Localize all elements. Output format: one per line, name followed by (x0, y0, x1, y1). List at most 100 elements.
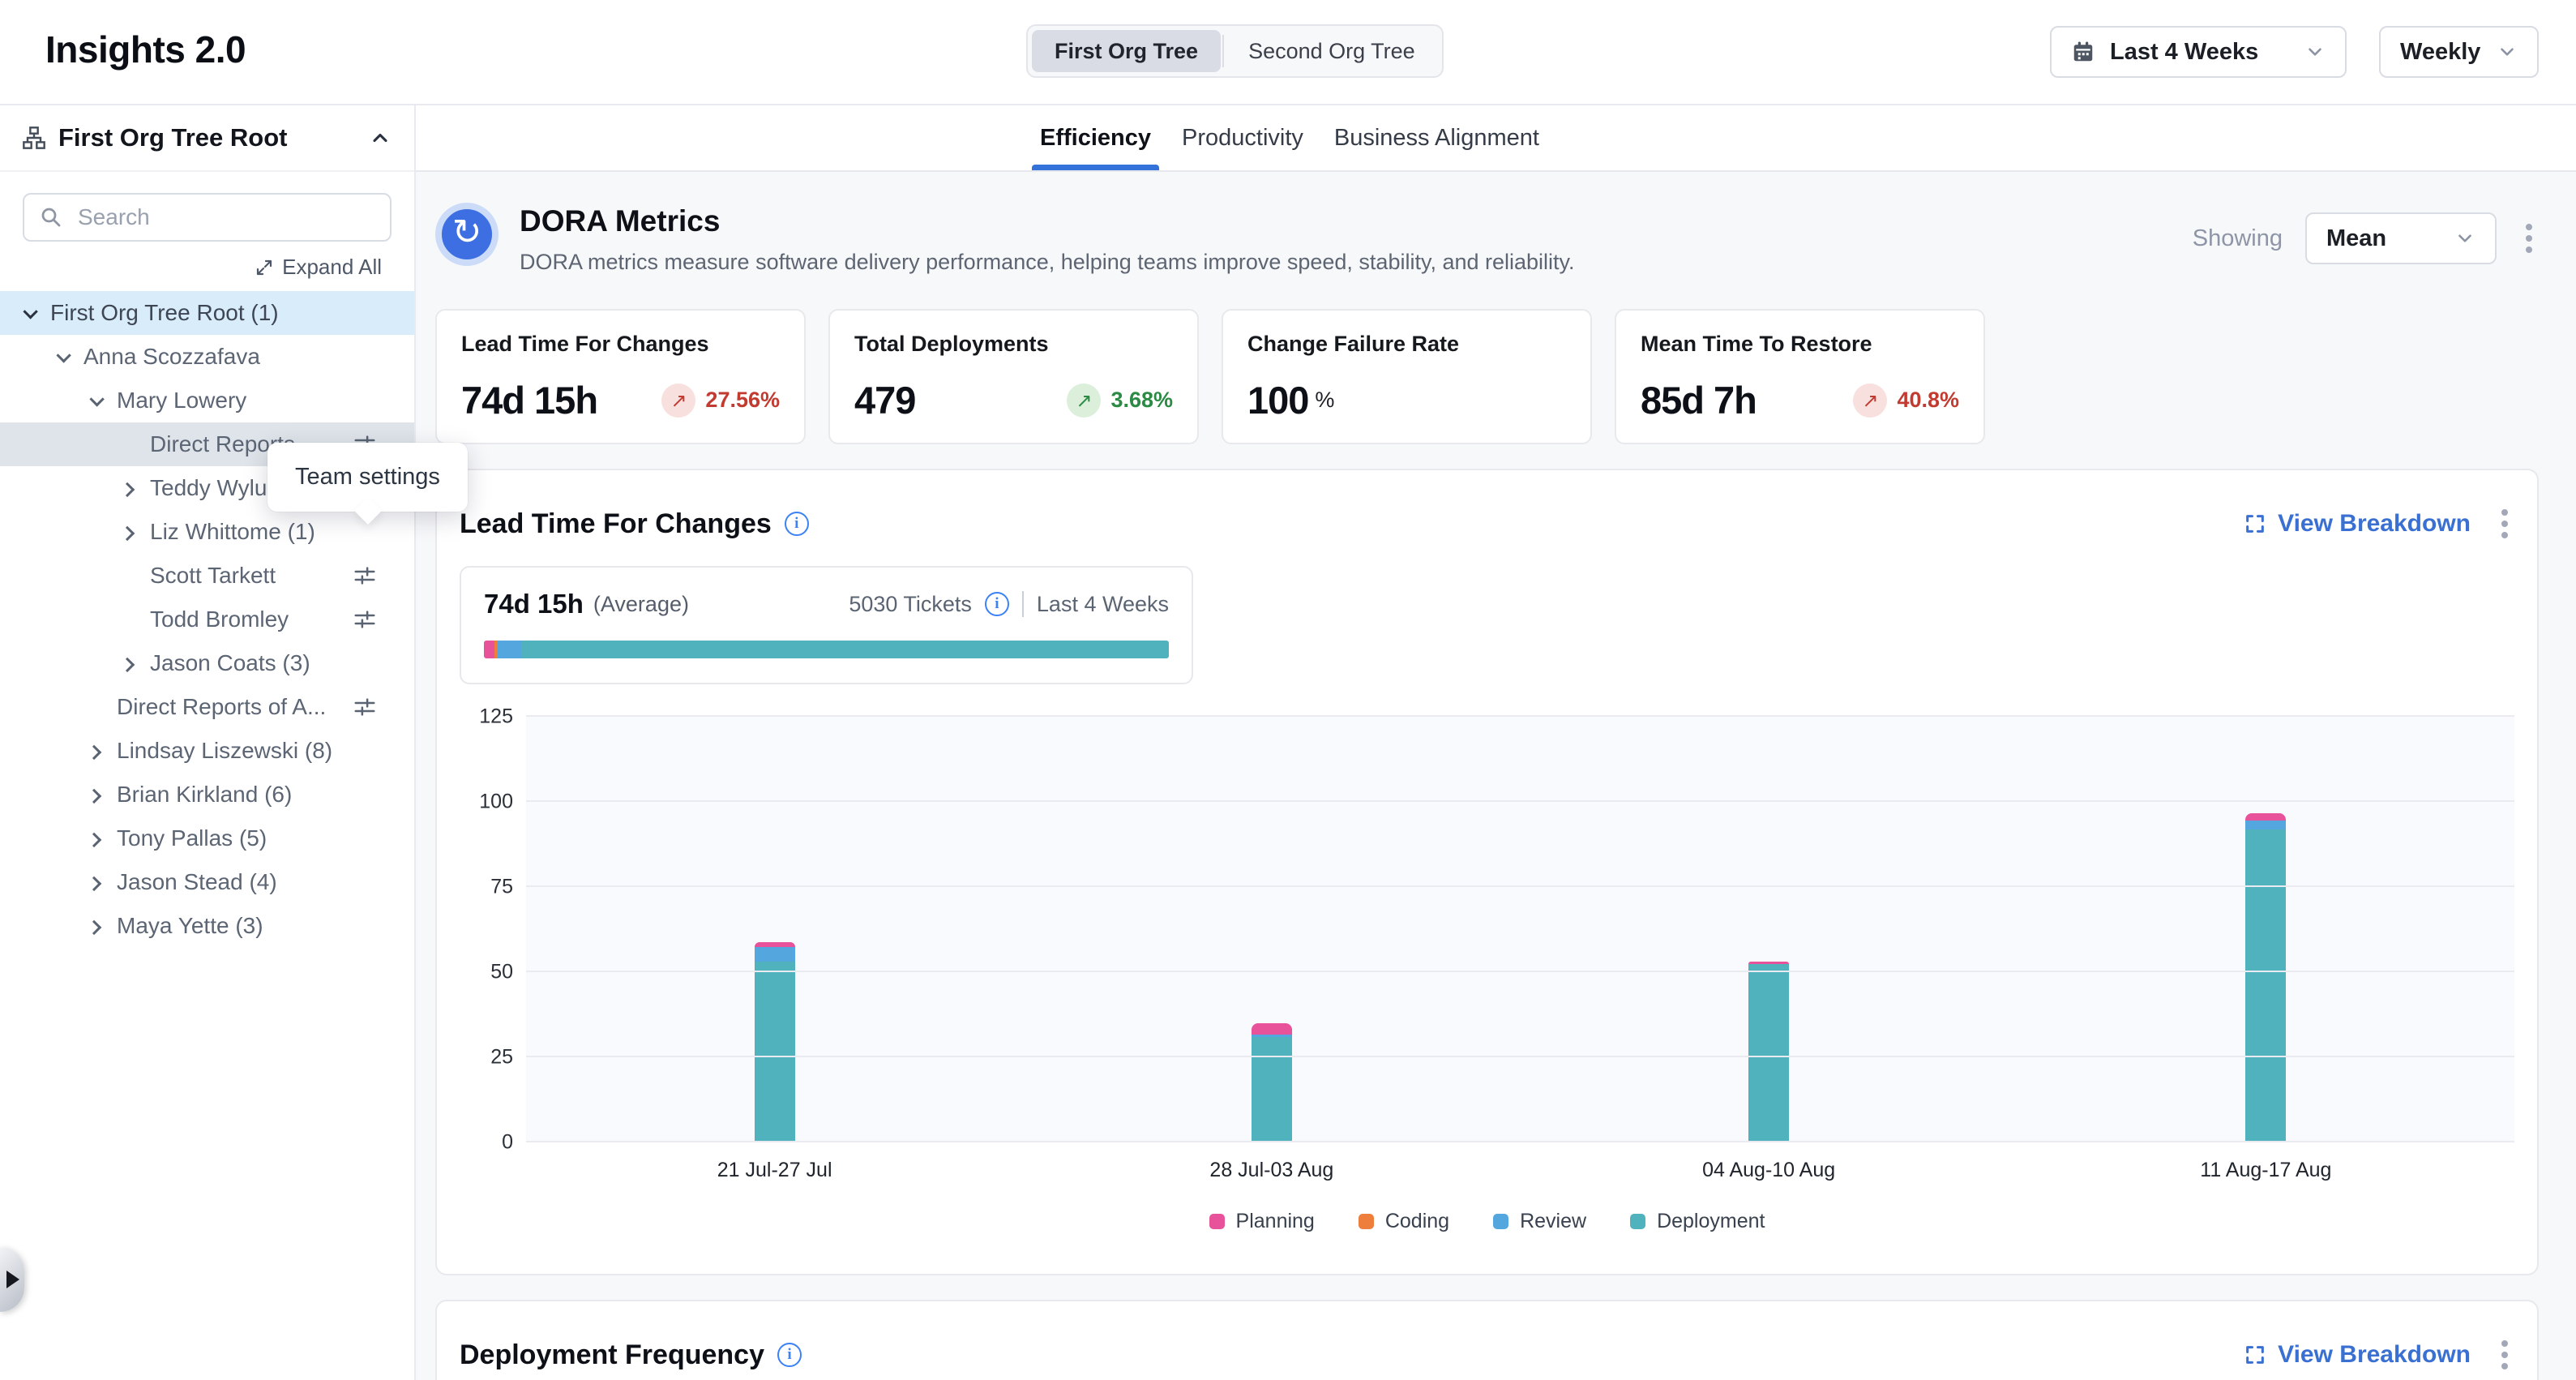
stacked-bar[interactable] (1252, 1023, 1292, 1142)
bar-slot (2018, 717, 2514, 1142)
delta-percent: 40.8% (1897, 388, 1959, 413)
info-icon[interactable]: i (785, 512, 809, 536)
stacked-bar[interactable] (755, 942, 795, 1142)
lead-time-kebab-menu-icon[interactable] (2495, 503, 2514, 545)
dora-cycle-icon: ↻ (435, 203, 499, 266)
showing-label: Showing (2193, 225, 2283, 252)
chevron-right-icon[interactable] (116, 651, 140, 675)
view-breakdown-label: View Breakdown (2278, 510, 2471, 538)
gridline (526, 800, 2514, 802)
metric-title: Lead Time For Changes (461, 332, 780, 357)
team-settings-icon[interactable] (353, 607, 377, 632)
tree-item[interactable]: Direct Reports of A... (0, 685, 414, 729)
team-settings-icon[interactable] (353, 695, 377, 719)
lead-time-head: Lead Time For Changes i View Breakdown (460, 503, 2514, 545)
tab-efficiency[interactable]: Efficiency (1040, 105, 1151, 170)
expand-all-button[interactable]: Expand All (0, 255, 382, 280)
tree-item-label: Jason Coats (3) (150, 650, 310, 676)
tree-item[interactable]: Liz Whittome (1) (0, 510, 414, 554)
y-tick-label: 25 (490, 1046, 513, 1069)
tree-item[interactable]: First Org Tree Root (1) (0, 291, 414, 335)
summary-divider (1022, 591, 1024, 617)
chevron-right-icon[interactable] (83, 870, 107, 894)
tabs-row: Efficiency Productivity Business Alignment (416, 105, 2576, 172)
org-tree-sidebar: First Org Tree Root Expand All First Org… (0, 105, 416, 1380)
tree-item[interactable]: Todd Bromley (0, 598, 414, 641)
metric-card: Mean Time To Restore85d 7h↗40.8% (1615, 309, 1985, 444)
chevron-down-icon[interactable] (83, 388, 107, 413)
y-tick-label: 0 (502, 1131, 513, 1155)
chevron-spacer (116, 432, 140, 456)
delta-badge: ↗27.56% (661, 384, 780, 418)
org-toggle-first[interactable]: First Org Tree (1032, 30, 1221, 72)
tree-item[interactable]: Anna Scozzafava (0, 335, 414, 379)
chevron-right-icon[interactable] (83, 739, 107, 763)
x-tick-label: 21 Jul-27 Jul (526, 1159, 1023, 1182)
calendar-icon (2071, 40, 2095, 64)
stacked-bar[interactable] (2245, 813, 2286, 1142)
granularity-dropdown[interactable]: Weekly (2379, 26, 2539, 78)
tab-business-alignment[interactable]: Business Alignment (1334, 105, 1539, 170)
y-tick-label: 75 (490, 876, 513, 899)
aggregation-dropdown[interactable]: Mean (2305, 212, 2497, 264)
org-toggle-second[interactable]: Second Org Tree (1226, 30, 1438, 72)
legend-item-review[interactable]: Review (1493, 1210, 1586, 1233)
tree-item[interactable]: Jason Stead (4) (0, 860, 414, 904)
legend-item-coding[interactable]: Coding (1359, 1210, 1449, 1233)
tree-item[interactable]: Scott Tarkett (0, 554, 414, 598)
chevron-right-icon[interactable] (83, 826, 107, 851)
chevron-right-icon[interactable] (116, 520, 140, 544)
legend-item-planning[interactable]: Planning (1209, 1210, 1315, 1233)
bar-segment-review (2245, 821, 2286, 829)
metric-title: Mean Time To Restore (1641, 332, 1959, 357)
search-input[interactable] (23, 193, 392, 242)
info-icon[interactable]: i (777, 1343, 802, 1367)
chevron-down-icon[interactable] (49, 345, 74, 369)
chevron-down-icon (2454, 228, 2475, 249)
metric-value: 479 (854, 378, 915, 422)
tree-item-label: Direct Reports of A... (117, 694, 326, 720)
y-tick-label: 125 (479, 705, 513, 729)
page-title: Insights 2.0 (45, 28, 246, 71)
legend-label: Review (1520, 1210, 1586, 1233)
bar-slot (526, 717, 1023, 1142)
main-content: ↻ DORA Metrics DORA metrics measure soft… (416, 172, 2576, 1380)
bar-segment-deployment (1748, 964, 1789, 1143)
sidebar-collapse-chevron-icon[interactable] (369, 126, 392, 149)
date-range-dropdown[interactable]: Last 4 Weeks (2050, 26, 2347, 78)
legend-item-deployment[interactable]: Deployment (1630, 1210, 1765, 1233)
trend-up-arrow-icon: ↗ (1853, 384, 1887, 418)
stacked-bar[interactable] (1748, 962, 1789, 1142)
dora-controls: Showing Mean (2193, 203, 2539, 264)
chevron-right-icon[interactable] (83, 782, 107, 807)
tab-productivity[interactable]: Productivity (1182, 105, 1303, 170)
tree-item[interactable]: Brian Kirkland (6) (0, 773, 414, 816)
view-breakdown-link[interactable]: View Breakdown (2244, 510, 2471, 538)
date-range-value: Last 4 Weeks (2110, 39, 2258, 66)
phase-segment-deployment (521, 641, 1169, 658)
team-settings-icon[interactable] (353, 564, 377, 588)
chart-plot-area (526, 717, 2514, 1142)
tree-item[interactable]: Maya Yette (3) (0, 904, 414, 948)
bar-segment-deployment (2245, 829, 2286, 1142)
metric-unit: % (1315, 388, 1334, 413)
dora-title: DORA Metrics (520, 204, 1575, 238)
tree-item[interactable]: Tony Pallas (5) (0, 816, 414, 860)
deployment-frequency-section: Deployment Frequency i View Breakdown (435, 1300, 2539, 1380)
x-axis-labels: 21 Jul-27 Jul28 Jul-03 Aug04 Aug-10 Aug1… (526, 1159, 2514, 1182)
org-header[interactable]: First Org Tree Root (0, 105, 414, 172)
deployment-frequency-kebab-menu-icon[interactable] (2495, 1334, 2514, 1376)
view-breakdown-link[interactable]: View Breakdown (2244, 1341, 2471, 1369)
tree-item[interactable]: Mary Lowery (0, 379, 414, 422)
tree-item[interactable]: Lindsay Liszewski (8) (0, 729, 414, 773)
info-icon[interactable]: i (985, 592, 1009, 616)
lead-time-section: Lead Time For Changes i View Breakdown (435, 469, 2539, 1275)
dora-kebab-menu-icon[interactable] (2519, 217, 2539, 259)
granularity-value: Weekly (2400, 39, 2480, 66)
chevron-right-icon[interactable] (116, 476, 140, 500)
aggregation-value: Mean (2326, 225, 2386, 252)
tree-item[interactable]: Jason Coats (3) (0, 641, 414, 685)
chevron-right-icon[interactable] (83, 914, 107, 938)
tree-item-label: First Org Tree Root (1) (50, 300, 279, 326)
chevron-down-icon[interactable] (16, 301, 41, 325)
